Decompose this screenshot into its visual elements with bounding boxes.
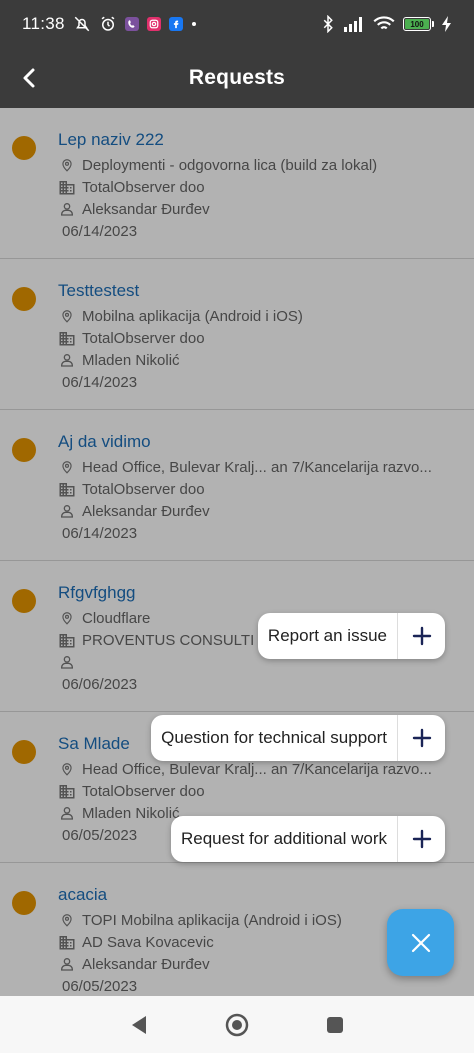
nav-back-button[interactable] [119,1005,159,1045]
plus-icon [412,626,431,646]
circle-home-icon [225,1013,249,1036]
triangle-back-icon [132,1015,146,1034]
status-bar: 11:38 100 [0,0,474,48]
system-nav-bar [0,996,474,1053]
app-bar: Requests [0,48,474,108]
battery-tip [432,21,434,27]
nav-recents-button[interactable] [315,1005,355,1045]
square-recents-icon [327,1016,343,1033]
additional-work-label: Request for additional work [180,829,387,848]
mute-alarm-icon [73,15,91,33]
viber-icon [124,17,139,31]
alarm-clock-icon [99,15,117,33]
technical-support-label: Question for technical support [161,728,387,747]
wifi-icon [373,16,395,32]
report-issue-plus-button[interactable] [397,613,445,659]
facebook-icon [168,17,183,31]
status-left: 11:38 [22,14,321,34]
technical-support-plus-button[interactable] [397,715,445,761]
bluetooth-icon [321,15,335,33]
more-notifications-icon [191,21,197,27]
technical-support-action[interactable]: Question for technical support [151,715,445,761]
page-title: Requests [188,66,286,89]
battery-level: 100 [405,19,429,29]
battery-indicator: 100 [403,17,434,31]
report-issue-label: Report an issue [267,626,387,645]
fab-scrim[interactable] [0,108,474,996]
close-icon [411,933,430,952]
battery-body: 100 [403,17,431,31]
plus-icon [412,728,431,748]
arrow-back-icon [23,68,35,88]
nav-home-button[interactable] [217,1005,257,1045]
close-fab-button[interactable] [387,909,454,976]
additional-work-action[interactable]: Request for additional work [170,816,445,862]
status-time: 11:38 [22,14,65,33]
additional-work-plus-button[interactable] [397,816,445,862]
back-button[interactable] [8,56,52,100]
report-issue-action[interactable]: Report an issue [257,613,445,659]
status-right: 100 [321,15,452,33]
instagram-icon [146,17,161,31]
plus-icon [412,829,431,849]
signal-icon [343,16,365,32]
charging-icon [442,16,452,32]
